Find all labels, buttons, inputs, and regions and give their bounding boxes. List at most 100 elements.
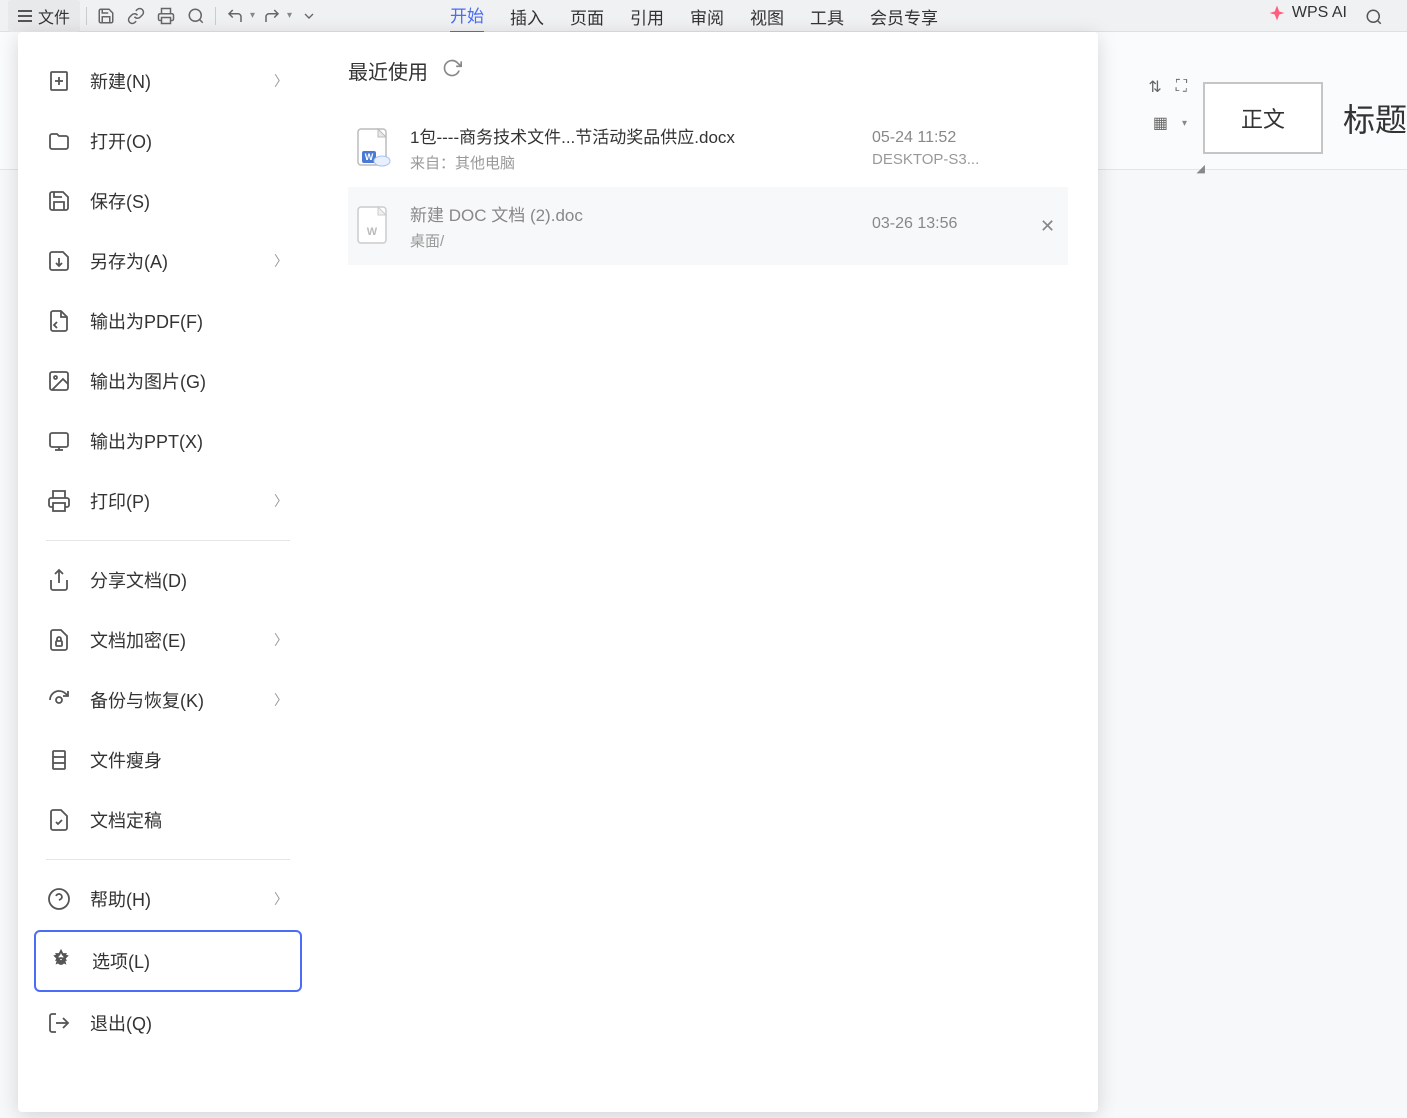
- menu-encrypt[interactable]: 文档加密(E) 〉: [34, 611, 302, 669]
- open-icon: [46, 128, 72, 154]
- export-ppt-icon: [46, 428, 72, 454]
- file-name: 1包----商务技术文件...节活动奖品供应.docx: [410, 123, 854, 148]
- file-name: 新建 DOC 文档 (2).doc: [410, 201, 854, 226]
- doc-icon: W: [356, 205, 392, 247]
- help-icon: [46, 886, 72, 912]
- finalize-icon: [46, 807, 72, 833]
- share-icon: [46, 567, 72, 593]
- file-meta: 03-26 13:56: [872, 215, 1022, 237]
- menu-finalize[interactable]: 文档定稿: [34, 791, 302, 849]
- menu-help-label: 帮助(H): [90, 886, 151, 912]
- menu-exit-label: 退出(Q): [90, 1010, 152, 1036]
- menu-export-image-label: 输出为图片(G): [90, 368, 206, 394]
- wps-ai-button[interactable]: WPS AI: [1268, 4, 1347, 22]
- refresh-icon[interactable]: [442, 58, 462, 84]
- chevron-right-icon: 〉: [274, 251, 288, 271]
- menu-slim[interactable]: 文件瘦身: [34, 731, 302, 789]
- chevron-right-icon: 〉: [274, 491, 288, 511]
- menu-saveas-label: 另存为(A): [90, 248, 168, 274]
- file-device: DESKTOP-S3...: [872, 151, 1022, 168]
- tab-page[interactable]: 页面: [570, 0, 604, 33]
- svg-text:W: W: [367, 226, 378, 238]
- file-info: 1包----商务技术文件...节活动奖品供应.docx 来自：其他电脑: [410, 123, 854, 173]
- wps-ai-logo-icon: [1268, 4, 1286, 22]
- menu-export-image[interactable]: 输出为图片(G): [34, 352, 302, 410]
- close-icon[interactable]: ✕: [1040, 216, 1060, 237]
- search-icon[interactable]: [1361, 4, 1387, 30]
- tab-tools[interactable]: 工具: [810, 0, 844, 33]
- menu-export-pdf-label: 输出为PDF(F): [90, 308, 203, 334]
- recent-files-panel: 最近使用 W 1包----商务技术文件...节活动奖品供应.docx 来自：其他…: [318, 32, 1098, 1112]
- saveas-icon: [46, 248, 72, 274]
- menu-save[interactable]: 保存(S): [34, 172, 302, 230]
- menu-finalize-label: 文档定稿: [90, 807, 162, 833]
- menu-open-label: 打开(O): [90, 128, 152, 154]
- export-image-icon: [46, 368, 72, 394]
- sort-icon[interactable]: ⇅: [1148, 77, 1161, 97]
- style-normal-label: 正文: [1241, 102, 1285, 134]
- tab-start[interactable]: 开始: [450, 0, 484, 34]
- file-menu-sidebar: 新建(N) 〉 打开(O) 保存(S) 另存为(A) 〉: [18, 32, 318, 1112]
- export-pdf-icon: [46, 308, 72, 334]
- menu-saveas[interactable]: 另存为(A) 〉: [34, 232, 302, 290]
- file-dropdown-panel: 新建(N) 〉 打开(O) 保存(S) 另存为(A) 〉: [18, 32, 1098, 1112]
- menu-options[interactable]: 选项(L): [34, 930, 302, 992]
- tab-reference[interactable]: 引用: [630, 0, 664, 33]
- chevron-right-icon: 〉: [274, 889, 288, 909]
- menu-share-label: 分享文档(D): [90, 567, 187, 593]
- print-menu-icon: [46, 488, 72, 514]
- file-source: 桌面/: [410, 230, 854, 251]
- file-date: 05-24 11:52: [872, 129, 1022, 147]
- chevron-right-icon: 〉: [274, 630, 288, 650]
- file-meta: 05-24 11:52 DESKTOP-S3...: [872, 129, 1022, 168]
- fit-icon[interactable]: ⛶: [1176, 78, 1187, 96]
- save-menu-icon: [46, 188, 72, 214]
- menu-help[interactable]: 帮助(H) 〉: [34, 870, 302, 928]
- menu-share[interactable]: 分享文档(D): [34, 551, 302, 609]
- menu-open[interactable]: 打开(O): [34, 112, 302, 170]
- grid-dropdown-caret[interactable]: ▾: [1182, 118, 1187, 129]
- menu-encrypt-label: 文档加密(E): [90, 627, 186, 653]
- grid-icon[interactable]: ▦: [1153, 113, 1168, 133]
- menu-exit[interactable]: 退出(Q): [34, 994, 302, 1052]
- recent-file-row[interactable]: W 新建 DOC 文档 (2).doc 桌面/ 03-26 13:56 ✕: [348, 187, 1068, 265]
- menu-options-label: 选项(L): [92, 948, 150, 974]
- wps-ai-label: WPS AI: [1292, 4, 1347, 22]
- menu-backup-label: 备份与恢复(K): [90, 687, 204, 713]
- style-normal-button[interactable]: 正文: [1203, 82, 1323, 154]
- tab-member[interactable]: 会员专享: [870, 0, 938, 33]
- tab-insert[interactable]: 插入: [510, 0, 544, 33]
- options-icon: [48, 948, 74, 974]
- tab-review[interactable]: 审阅: [690, 0, 724, 33]
- menu-backup[interactable]: 备份与恢复(K) 〉: [34, 671, 302, 729]
- menu-export-ppt-label: 输出为PPT(X): [90, 428, 203, 454]
- menu-divider: [46, 540, 290, 541]
- menu-export-pdf[interactable]: 输出为PDF(F): [34, 292, 302, 350]
- menu-print[interactable]: 打印(P) 〉: [34, 472, 302, 530]
- file-source: 来自：其他电脑: [410, 152, 854, 173]
- recent-file-list: W 1包----商务技术文件...节活动奖品供应.docx 来自：其他电脑 05…: [348, 109, 1068, 265]
- exit-icon: [46, 1010, 72, 1036]
- chevron-right-icon: 〉: [274, 71, 288, 91]
- ribbon-expand-icon[interactable]: ◢: [1197, 162, 1205, 175]
- encrypt-icon: [46, 627, 72, 653]
- slim-icon: [46, 747, 72, 773]
- tab-view[interactable]: 视图: [750, 0, 784, 33]
- recent-header: 最近使用: [348, 56, 1068, 85]
- menu-save-label: 保存(S): [90, 188, 150, 214]
- docx-cloud-icon: W: [356, 127, 392, 169]
- recent-title: 最近使用: [348, 56, 428, 85]
- menu-export-ppt[interactable]: 输出为PPT(X): [34, 412, 302, 470]
- new-icon: [46, 68, 72, 94]
- style-heading-label[interactable]: 标题: [1343, 95, 1407, 141]
- recent-file-row[interactable]: W 1包----商务技术文件...节活动奖品供应.docx 来自：其他电脑 05…: [348, 109, 1068, 187]
- menu-divider: [46, 859, 290, 860]
- menu-slim-label: 文件瘦身: [90, 747, 162, 773]
- menu-new[interactable]: 新建(N) 〉: [34, 52, 302, 110]
- file-date: 03-26 13:56: [872, 215, 1022, 233]
- menu-new-label: 新建(N): [90, 68, 151, 94]
- backup-icon: [46, 687, 72, 713]
- file-info: 新建 DOC 文档 (2).doc 桌面/: [410, 201, 854, 251]
- menu-print-label: 打印(P): [90, 488, 150, 514]
- svg-text:W: W: [365, 152, 374, 162]
